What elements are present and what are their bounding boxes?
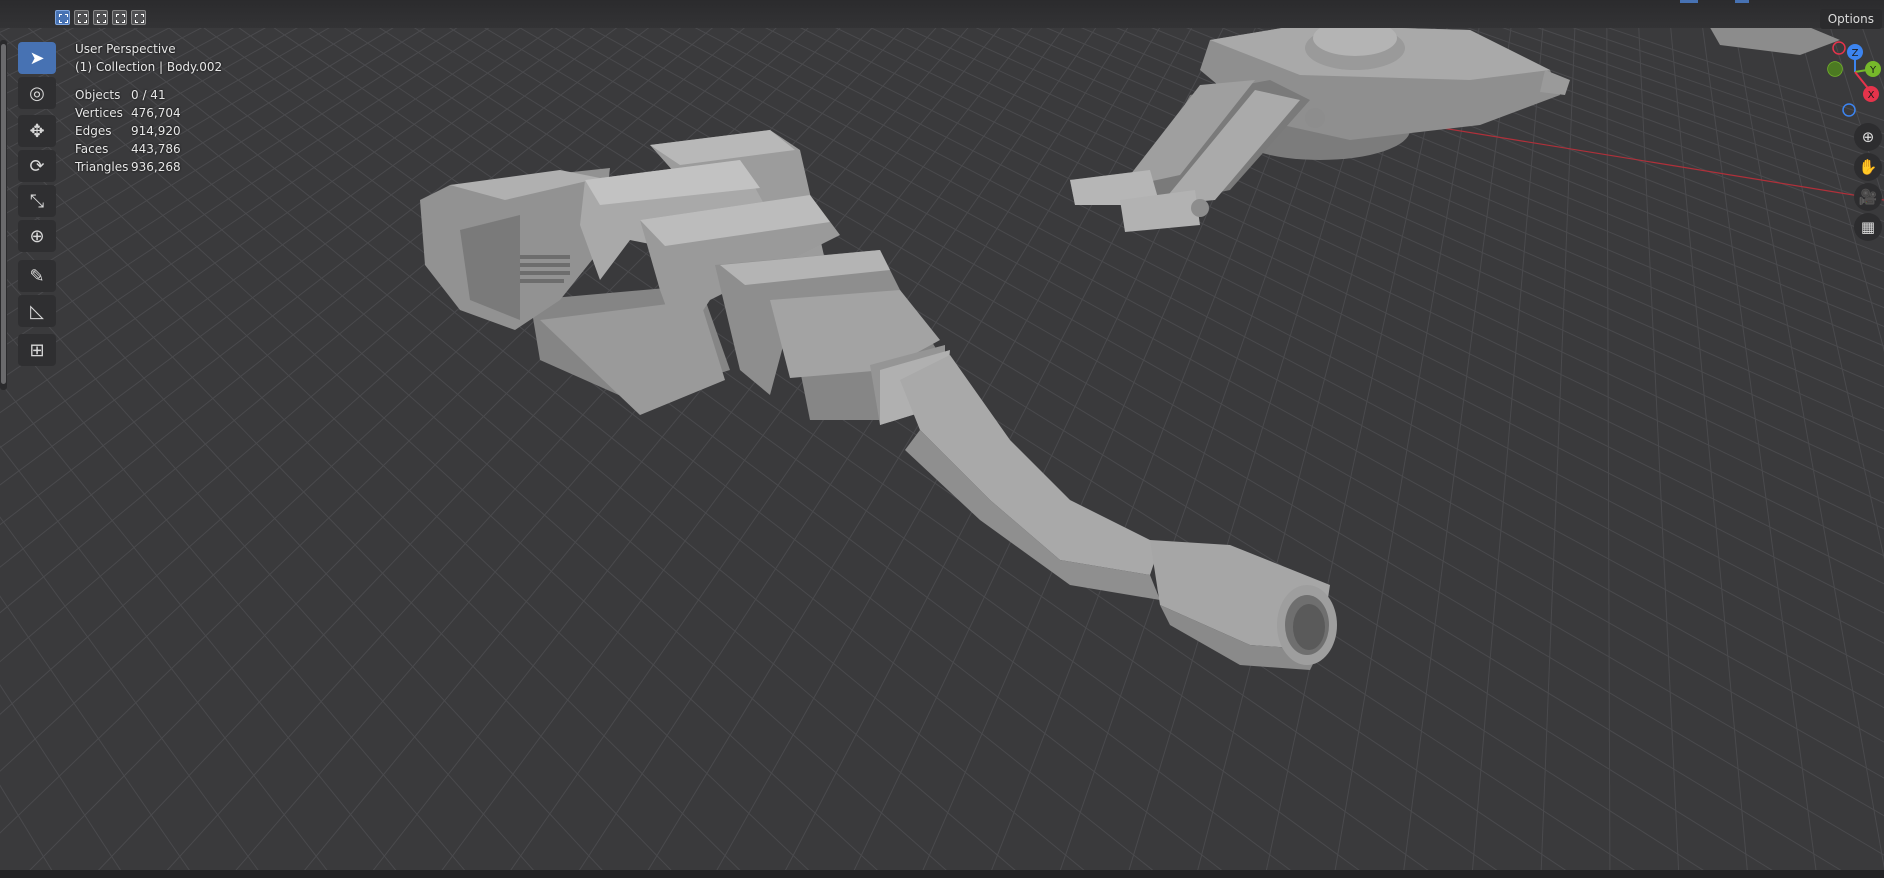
select-intersect-mode-button[interactable] [131,10,146,25]
pencil-icon: ✎ [29,265,45,287]
viewport-info-overlay: User Perspective (1) Collection | Body.0… [75,40,222,176]
stat-faces: Faces 443,786 [75,142,181,156]
perspective-toggle-button[interactable]: ▦ [1854,213,1882,241]
scale-icon: ⤡ [29,190,45,212]
select-box-tool[interactable]: ➤ [18,42,56,74]
add-cube-tool[interactable]: ⊞ [18,334,56,366]
svg-text:Z: Z [1852,48,1859,59]
stat-triangles: Triangles 936,268 [75,160,181,174]
camera-view-button[interactable]: 🎥 [1854,183,1882,211]
cursor-arrow-icon: ➤ [29,47,45,69]
magnifier-icon: ⊕ [1861,128,1875,146]
move-tool[interactable]: ✥ [18,115,56,147]
camera-icon: 🎥 [1858,188,1878,206]
viewport-scene[interactable]: Z Y X [0,0,1884,878]
stat-objects: Objects 0 / 41 [75,88,166,102]
header-active-chip [1735,0,1749,3]
scale-tool[interactable]: ⤡ [18,185,56,217]
transform-tool[interactable]: ⊕ [18,220,56,252]
zoom-button[interactable]: ⊕ [1854,123,1882,151]
options-button[interactable]: Options [1819,9,1882,29]
turret-arm-model[interactable] [1070,0,1840,232]
select-extend-mode-button[interactable] [74,10,89,25]
select-new-mode-button[interactable] [55,10,70,25]
viewport-header [0,0,1884,28]
header-active-chip [1680,0,1698,3]
3d-viewport[interactable]: Z Y X Options ➤ ◎ ✥ ⟳ ⤡ ⊕ ✎ ◺ ⊞ User Per… [0,0,1884,878]
toolbar-scrollbar[interactable] [0,40,7,390]
pan-button[interactable]: ✋ [1854,153,1882,181]
toolbar-scrollbar-thumb[interactable] [1,44,6,384]
crosshair-circle-icon: ◎ [29,82,45,104]
rotate-tool[interactable]: ⟳ [18,150,56,182]
svg-text:X: X [1868,90,1875,101]
measure-tool[interactable]: ◺ [18,295,56,327]
ruler-icon: ◺ [30,300,44,322]
cursor-tool[interactable]: ◎ [18,77,56,109]
select-difference-mode-button[interactable] [112,10,127,25]
hand-icon: ✋ [1858,158,1878,176]
select-subtract-mode-button[interactable] [93,10,108,25]
view-name: User Perspective [75,42,176,56]
grid-icon: ▦ [1860,218,1876,236]
rotate-icon: ⟳ [29,155,45,177]
stat-vertices: Vertices 476,704 [75,106,181,120]
active-collection: (1) Collection | Body.002 [75,60,223,74]
svg-text:Y: Y [1869,65,1877,76]
status-bar [0,870,1884,878]
select-mode-group [55,10,146,25]
transform-icon: ⊕ [29,225,45,247]
stat-edges: Edges 914,920 [75,124,181,138]
annotate-tool[interactable]: ✎ [18,260,56,292]
scene-statistics: Objects 0 / 41 Vertices 476,704 Edges 914,9… [75,86,222,176]
move-arrows-icon: ✥ [29,120,45,142]
add-cube-icon: ⊞ [29,339,45,361]
